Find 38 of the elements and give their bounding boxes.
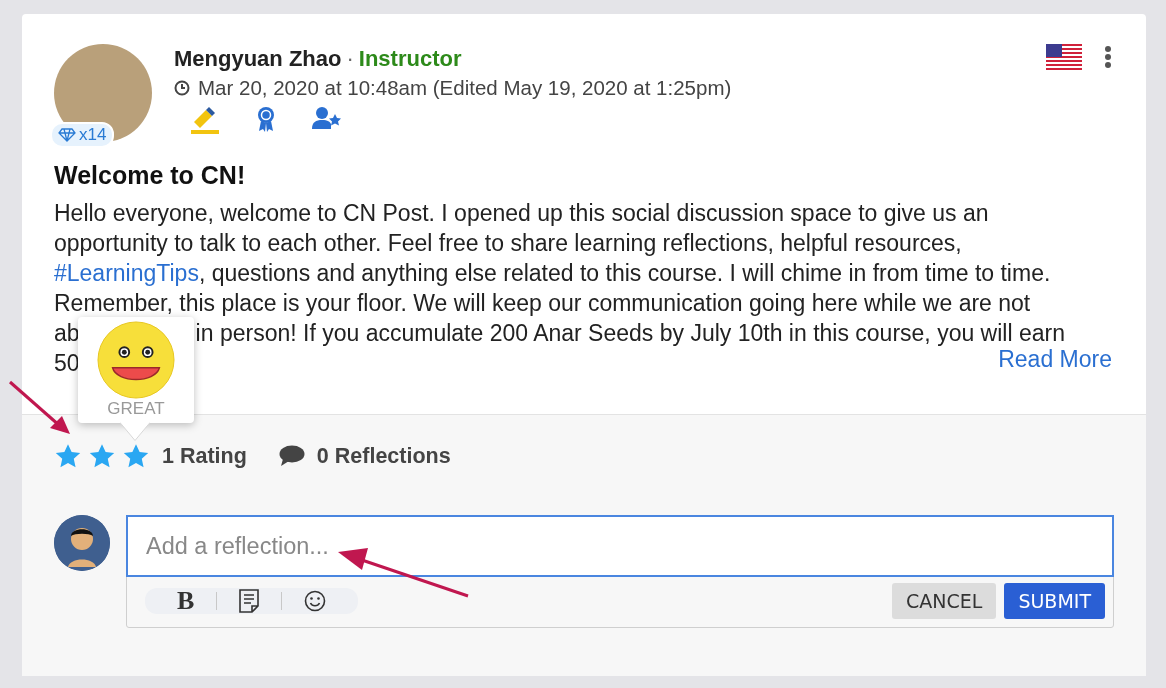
clock-icon: [174, 80, 190, 96]
flag-icon: [1046, 44, 1082, 70]
submit-button[interactable]: SUBMIT: [1004, 583, 1105, 619]
post-title: Welcome to CN!: [54, 161, 247, 190]
author-name[interactable]: Mengyuan Zhao: [174, 46, 342, 72]
star-icon[interactable]: [54, 443, 82, 469]
hashtag-link[interactable]: #LearningTips: [54, 258, 199, 288]
body-text: , questions and anything else related to this course. I will chime in from time to time.: [198, 259, 1051, 288]
reflections-count[interactable]: 0 Reflections: [316, 443, 451, 469]
read-more-link[interactable]: Read More: [998, 346, 1112, 373]
body-text: ab: [54, 319, 80, 348]
body-text: Hello everyone, welcome to CN Post. I opened up this social discussion space to give us an: [54, 199, 989, 228]
annotation-arrow: [8, 380, 72, 436]
note-icon: [239, 589, 260, 613]
body-text: opportunity to talk to each other. Feel free to share learning reflections, helpful resources,: [54, 229, 962, 258]
more-options-icon[interactable]: [1104, 46, 1112, 68]
ribbon-award-icon: [256, 106, 276, 132]
reflection-input[interactable]: Add a reflection...: [126, 515, 1114, 577]
user-star-icon: [312, 106, 342, 130]
timestamp: Mar 20, 2020 at 10:48am (Edited May 19, 2020 at 1:25pm): [198, 76, 732, 100]
rating-count[interactable]: 1 Rating: [162, 443, 247, 469]
cancel-button[interactable]: CANCEL: [892, 583, 997, 619]
speech-bubble-icon: [278, 445, 305, 467]
gem-badge: x14: [50, 122, 115, 148]
body-text: in person! If you accumulate 200 Anar Seeds by July 10th in this course, you will earn: [195, 319, 1065, 348]
separator: ·: [346, 46, 354, 72]
body-text: Remember, this place is your floor. We will keep our communication going here while we are not: [54, 289, 1031, 318]
highlighter-icon: [190, 106, 220, 134]
emoji-icon: [304, 590, 327, 612]
body-text: 50: [54, 349, 80, 378]
star-icon[interactable]: [122, 443, 150, 469]
avatar-silhouette-icon: [54, 515, 110, 571]
role-label: Instructor: [358, 46, 462, 72]
smiley-face-icon: [97, 321, 175, 399]
diamond-icon: [58, 128, 76, 142]
star-icon[interactable]: [88, 443, 116, 469]
rating-label: GREAT: [107, 399, 165, 419]
bold-button[interactable]: B: [155, 588, 217, 614]
